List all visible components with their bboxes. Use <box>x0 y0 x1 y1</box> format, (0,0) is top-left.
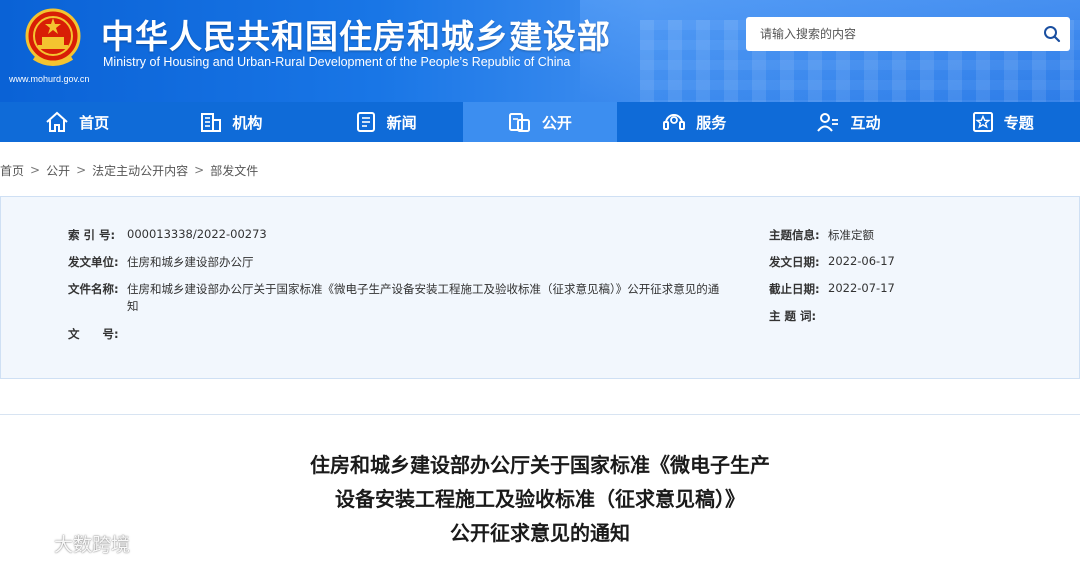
nav-item-disclosure[interactable]: 公开 <box>462 102 618 142</box>
disclosure-icon <box>508 113 530 132</box>
news-icon <box>356 112 375 132</box>
nav-item-topic[interactable]: 专题 <box>926 102 1080 142</box>
breadcrumb: 首页 > 公开 > 法定主动公开内容 > 部发文件 <box>0 161 258 179</box>
doc-no-label: 文 号: <box>68 327 119 341</box>
nav-item-label: 首页 <box>79 113 110 132</box>
search-button[interactable] <box>1034 17 1070 51</box>
breadcrumb-link-ministry-docs[interactable]: 部发文件 <box>210 162 258 179</box>
nav-item-label: 专题 <box>1003 113 1034 132</box>
site-header: 中华人民共和国住房和城乡建设部 Ministry of Housing and … <box>0 0 1080 102</box>
watermark: 大数跨境 <box>8 528 130 558</box>
doc-name-label: 文件名称: <box>68 282 119 296</box>
article-title-line2: 设备安装工程施工及验收标准（征求意见稿）》 <box>335 487 745 511</box>
breadcrumb-separator: > <box>76 163 87 177</box>
breadcrumb-separator: > <box>194 163 205 177</box>
article-title: 住房和城乡建设部办公厅关于国家标准《微电子生产 设备安装工程施工及验收标准（征求… <box>240 448 840 550</box>
document-info-panel: 索 引 号: 000013338/2022-00273 发文单位: 住房和城乡建… <box>0 196 1080 379</box>
article-title-line3: 公开征求意见的通知 <box>450 521 630 545</box>
breadcrumb-link-home[interactable]: 首页 <box>0 162 24 179</box>
issue-date-value: 2022-06-17 <box>828 254 895 268</box>
index-value: 000013338/2022-00273 <box>127 227 267 241</box>
article-title-line1: 住房和城乡建设部办公厅关于国家标准《微电子生产 <box>310 453 770 477</box>
site-subtitle: Ministry of Housing and Urban-Rural Deve… <box>103 55 571 69</box>
nav-item-label: 互动 <box>850 113 881 132</box>
home-icon <box>46 111 68 132</box>
search-icon <box>1044 26 1061 43</box>
site-title: 中华人民共和国住房和城乡建设部 <box>101 17 611 56</box>
deadline-label: 截止日期: <box>769 282 820 296</box>
national-emblem-icon[interactable] <box>24 8 82 70</box>
nav-item-label: 服务 <box>696 113 727 132</box>
issuer-value: 住房和城乡建设部办公厅 <box>127 255 254 269</box>
breadcrumb-separator: > <box>30 163 41 177</box>
nav-item-label: 公开 <box>541 113 572 132</box>
subject-info-label: 主题信息: <box>769 228 820 242</box>
search-box <box>746 17 1070 51</box>
deadline-value: 2022-07-17 <box>828 281 895 295</box>
breadcrumb-link-statutory[interactable]: 法定主动公开内容 <box>92 162 188 179</box>
search-input[interactable] <box>746 17 1034 51</box>
interaction-icon <box>817 113 839 132</box>
subject-info-value: 标准定额 <box>828 228 874 242</box>
breadcrumb-link-disclosure[interactable]: 公开 <box>46 162 70 179</box>
nav-item-service[interactable]: 服务 <box>617 102 771 142</box>
issue-date-label: 发文日期: <box>769 255 820 269</box>
nav-item-organization[interactable]: 机构 <box>154 102 308 142</box>
nav-item-home[interactable]: 首页 <box>0 102 154 142</box>
index-label: 索 引 号: <box>68 228 116 242</box>
watermark-logo-icon <box>10 535 47 550</box>
watermark-text: 大数跨境 <box>54 533 131 556</box>
topic-icon <box>972 112 993 132</box>
building-icon <box>201 113 222 132</box>
main-nav: 首页 机构 新闻 公开 服务 互动 专题 <box>0 102 1080 142</box>
site-url: www.mohurd.gov.cn <box>9 74 90 84</box>
issuer-label: 发文单位: <box>68 255 119 269</box>
nav-item-label: 机构 <box>232 113 263 132</box>
service-icon <box>663 114 686 130</box>
doc-name-value-line1: 住房和城乡建设部办公厅关于国家标准《微电子生产设备安装工程施工及验收标准（征求意… <box>127 282 720 296</box>
nav-item-interaction[interactable]: 互动 <box>771 102 925 142</box>
doc-name-value-line2: 知 <box>127 299 139 313</box>
nav-item-label: 新闻 <box>386 113 417 132</box>
nav-item-news[interactable]: 新闻 <box>309 102 463 142</box>
keywords-label: 主 题 词: <box>769 309 817 323</box>
